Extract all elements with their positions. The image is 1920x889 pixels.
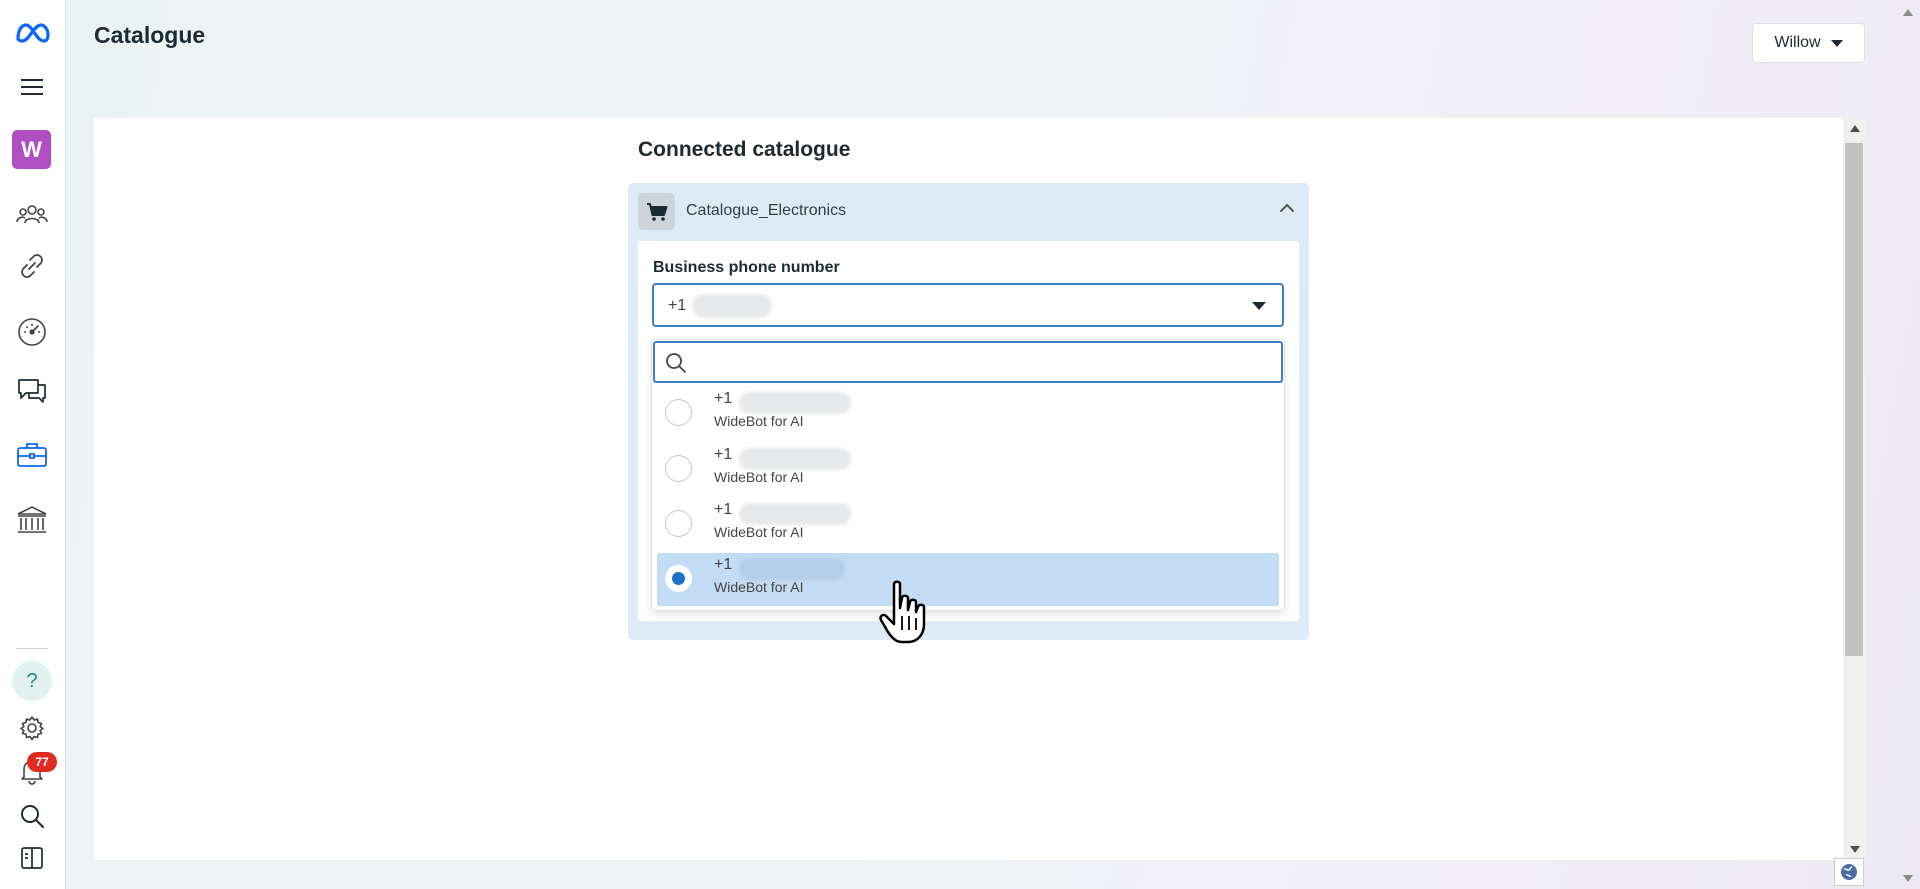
- settings-icon[interactable]: [10, 708, 54, 748]
- content-scrollbar[interactable]: [1843, 118, 1865, 860]
- search-icon[interactable]: [10, 796, 54, 836]
- phone-option[interactable]: +1 WideBot for AI: [657, 443, 1279, 496]
- option-phone-prefix: +1: [714, 446, 733, 463]
- link-icon[interactable]: [10, 246, 54, 286]
- scrollbar-thumb[interactable]: [1845, 143, 1863, 656]
- search-icon: [666, 353, 686, 373]
- business-phone-select[interactable]: +1: [652, 283, 1284, 327]
- catalogue-name: Catalogue_Electronics: [686, 202, 847, 219]
- radio-button[interactable]: [665, 399, 692, 426]
- radio-dot: [672, 572, 685, 585]
- account-name: Willow: [1774, 34, 1821, 51]
- business-phone-label: Business phone number: [653, 259, 840, 276]
- phone-dropdown-menu: +1 WideBot for AI +1 WideBot for AI +1 W…: [651, 339, 1285, 611]
- radio-button[interactable]: [665, 455, 692, 482]
- option-phone-prefix: +1: [714, 556, 733, 573]
- chat-icon[interactable]: [10, 370, 54, 410]
- left-nav-rail: W ? 77: [0, 0, 66, 889]
- redacted-phone-number: [739, 392, 851, 414]
- notification-badge: 77: [27, 752, 57, 772]
- connected-catalogue-heading: Connected catalogue: [638, 138, 851, 161]
- radio-button-selected[interactable]: [665, 565, 692, 592]
- option-phone-prefix: +1: [714, 390, 733, 407]
- bank-icon[interactable]: [10, 500, 54, 540]
- radio-button[interactable]: [665, 510, 692, 537]
- hand-cursor-icon: [879, 580, 926, 644]
- panel-toggle-icon[interactable]: [10, 838, 54, 878]
- menu-icon[interactable]: [10, 67, 54, 107]
- selected-phone-prefix: +1: [668, 297, 687, 314]
- page-scroll-up-arrow-icon[interactable]: [1903, 9, 1913, 16]
- redacted-phone-number: [739, 558, 845, 580]
- account-avatar[interactable]: W: [12, 130, 51, 169]
- language-globe-button[interactable]: [1834, 858, 1864, 886]
- account-switcher-button[interactable]: Willow: [1752, 23, 1865, 63]
- rail-divider: [16, 648, 48, 649]
- scroll-down-arrow-icon[interactable]: [1850, 846, 1860, 853]
- scroll-up-arrow-icon[interactable]: [1850, 125, 1860, 132]
- briefcase-icon[interactable]: [10, 435, 54, 475]
- page-scroll-down-arrow-icon[interactable]: [1903, 875, 1913, 882]
- chevron-up-icon[interactable]: [1279, 203, 1295, 213]
- help-icon: ?: [26, 669, 38, 692]
- redacted-phone-number: [739, 448, 851, 470]
- redacted-phone-number: [739, 503, 851, 525]
- globe-icon: [1841, 864, 1857, 880]
- caret-down-icon: [1830, 39, 1843, 47]
- dropdown-search-field[interactable]: [653, 341, 1283, 383]
- people-icon[interactable]: [10, 194, 54, 234]
- meta-logo-icon[interactable]: [10, 13, 54, 53]
- option-business-name: WideBot for AI: [714, 469, 804, 485]
- phone-option-selected[interactable]: +1 WideBot for AI: [657, 553, 1279, 606]
- page-title: Catalogue: [94, 22, 206, 48]
- account-initial: W: [21, 136, 42, 162]
- help-button[interactable]: ?: [12, 661, 52, 701]
- redacted-phone-number: [692, 294, 772, 318]
- caret-down-icon: [1252, 302, 1266, 310]
- option-business-name: WideBot for AI: [714, 524, 804, 540]
- phone-option[interactable]: +1 WideBot for AI: [657, 498, 1279, 551]
- dropdown-search-input[interactable]: [699, 349, 1263, 377]
- option-business-name: WideBot for AI: [714, 579, 804, 595]
- speedometer-icon[interactable]: [10, 312, 54, 352]
- option-business-name: WideBot for AI: [714, 413, 804, 429]
- cart-icon: [638, 193, 675, 230]
- phone-option[interactable]: +1 WideBot for AI: [657, 387, 1279, 440]
- option-phone-prefix: +1: [714, 501, 733, 518]
